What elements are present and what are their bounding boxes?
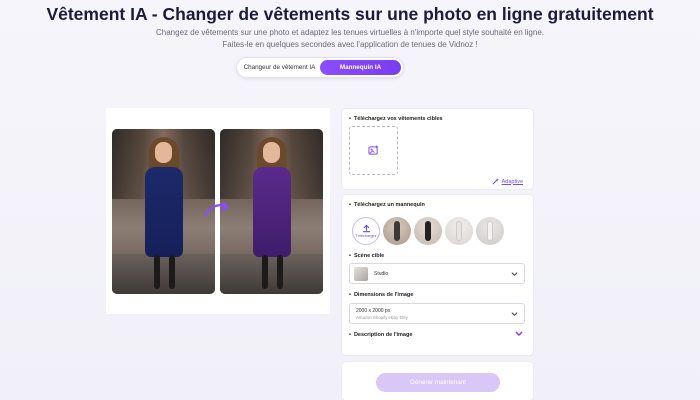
model-option-4[interactable]	[476, 217, 504, 245]
generate-panel: Générer maintenant	[341, 361, 534, 400]
subtitle-line-1: Changez de vêtements sur une photo et ad…	[156, 28, 544, 37]
add-image-icon	[368, 145, 379, 155]
before-photo	[112, 129, 215, 294]
adaptive-link[interactable]: Adaptive	[492, 178, 523, 185]
tab-ai-model[interactable]: Mannequin IA	[320, 60, 401, 75]
dimensions-label: Dimensions de l'image	[349, 292, 413, 298]
chevron-down-icon	[511, 311, 518, 316]
clothes-upload-label: Téléchargez vos vêtements cibles	[349, 116, 443, 122]
page-title: Vêtement IA - Changer de vêtements sur u…	[46, 4, 654, 24]
model-settings-panel: Téléchargez un mannequin Téléchargez Scè…	[341, 194, 534, 356]
description-label: Description de l'image	[349, 332, 412, 338]
clothes-upload-box[interactable]	[349, 126, 398, 175]
upload-model-button[interactable]: Téléchargez	[352, 217, 380, 245]
model-option-2[interactable]	[414, 217, 442, 245]
model-option-1[interactable]	[383, 217, 411, 245]
preview-card	[106, 108, 330, 314]
description-toggle-chevron-icon[interactable]	[515, 331, 523, 336]
dimensions-value: 2000 x 2000 px	[356, 308, 391, 314]
tab-clothes-changer[interactable]: Changeur de vêtement IA	[239, 60, 320, 75]
after-photo	[220, 129, 323, 294]
scene-label: Scène cible	[349, 253, 384, 259]
subtitle-line-2: Faites-le en quelques secondes avec l'ap…	[222, 40, 478, 49]
upload-icon	[362, 224, 370, 233]
model-option-3[interactable]	[445, 217, 473, 245]
upload-model-label: Téléchargez	[355, 234, 377, 238]
dimensions-platforms: Amazon Shopify eBay Etsy	[356, 315, 408, 320]
curved-arrow-icon	[202, 196, 232, 222]
magic-wand-icon	[492, 178, 499, 185]
adaptive-label: Adaptive	[501, 178, 523, 185]
scene-select[interactable]: Studio	[349, 263, 525, 284]
mode-tabs: Changeur de vêtement IA Mannequin IA	[236, 57, 404, 78]
chevron-down-icon	[511, 271, 518, 276]
scene-thumbnail	[354, 267, 368, 281]
dimensions-select[interactable]: 2000 x 2000 px Amazon Shopify eBay Etsy	[349, 303, 525, 324]
model-list: Téléchargez	[352, 217, 504, 245]
clothes-upload-panel: Téléchargez vos vêtements cibles Adaptiv…	[341, 108, 534, 190]
page-subtitle: Changez de vêtements sur une photo et ad…	[0, 27, 700, 51]
scene-value: Studio	[374, 271, 389, 277]
generate-button[interactable]: Générer maintenant	[376, 373, 500, 392]
model-upload-label: Téléchargez un mannequin	[349, 202, 425, 208]
